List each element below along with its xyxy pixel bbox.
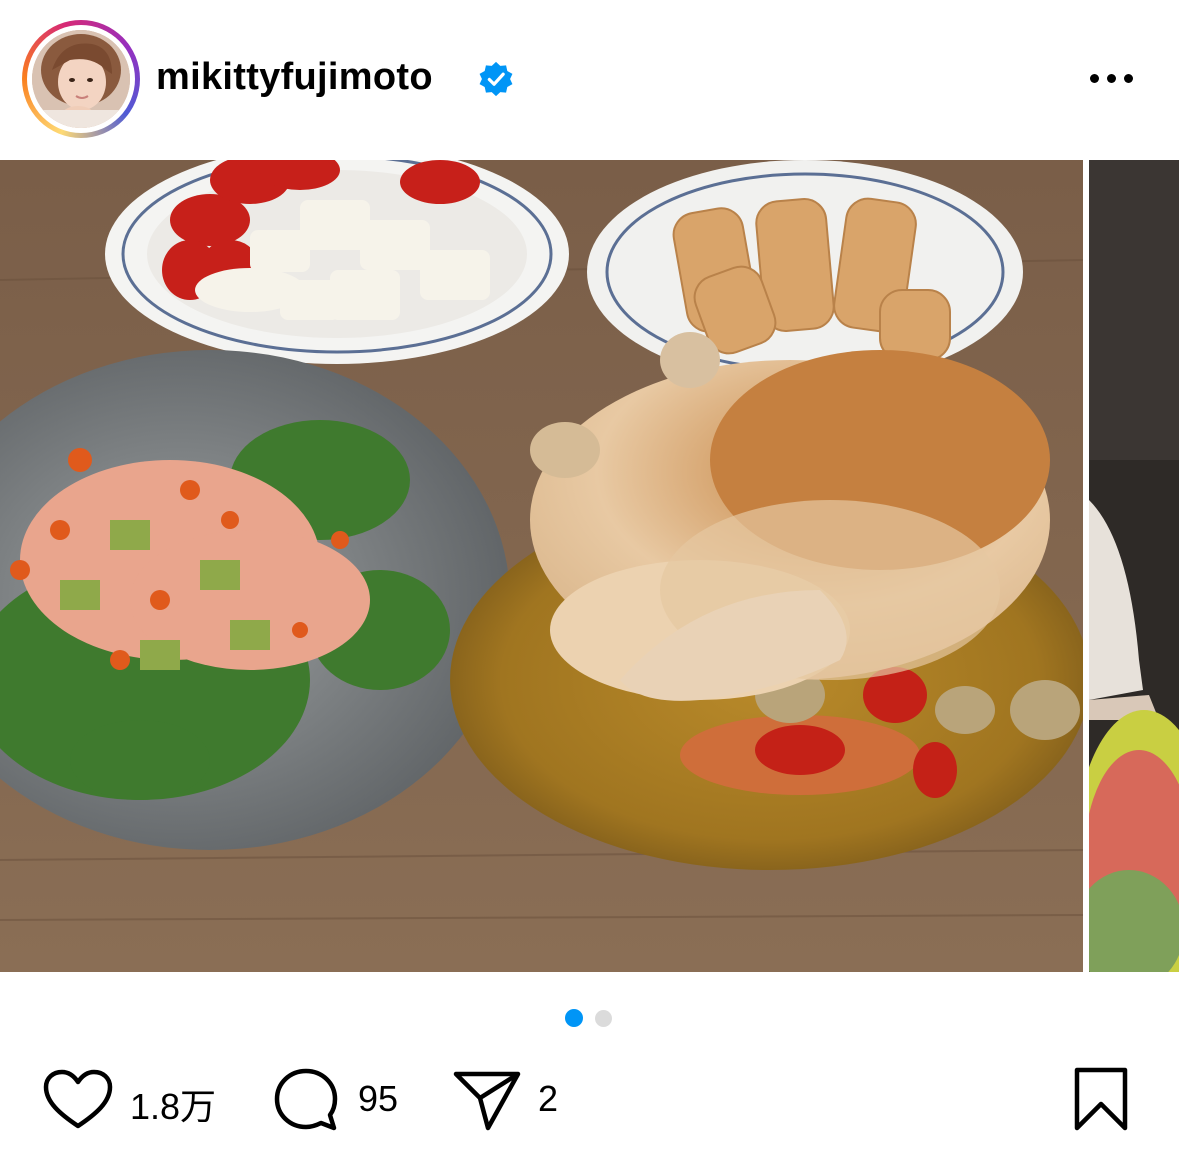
more-options-button[interactable] (1086, 62, 1138, 96)
more-horizontal-icon (1090, 74, 1099, 83)
food-photo-image (0, 160, 1083, 972)
carousel-indicator (565, 1009, 625, 1027)
action-bar: 1.8万 95 2 (0, 1060, 1179, 1140)
carousel-dot-active (565, 1009, 583, 1027)
carousel-dot (595, 1010, 612, 1027)
likes-count[interactable]: 1.8万 (130, 1078, 216, 1130)
heart-icon[interactable] (42, 1068, 114, 1132)
post-photo[interactable] (0, 160, 1083, 972)
bookmark-icon[interactable] (1072, 1066, 1130, 1134)
post-header: mikittyfujimoto (0, 0, 1179, 160)
story-ring[interactable] (22, 20, 140, 138)
send-icon[interactable] (452, 1068, 522, 1132)
username[interactable]: mikittyfujimoto (156, 56, 433, 99)
comment-icon[interactable] (272, 1066, 340, 1134)
comments-count[interactable]: 95 (358, 1078, 398, 1120)
next-photo-image (1089, 160, 1179, 972)
next-carousel-image[interactable] (1089, 160, 1179, 972)
verified-badge-icon (479, 61, 513, 97)
shares-count[interactable]: 2 (538, 1078, 558, 1120)
avatar[interactable] (32, 30, 130, 128)
